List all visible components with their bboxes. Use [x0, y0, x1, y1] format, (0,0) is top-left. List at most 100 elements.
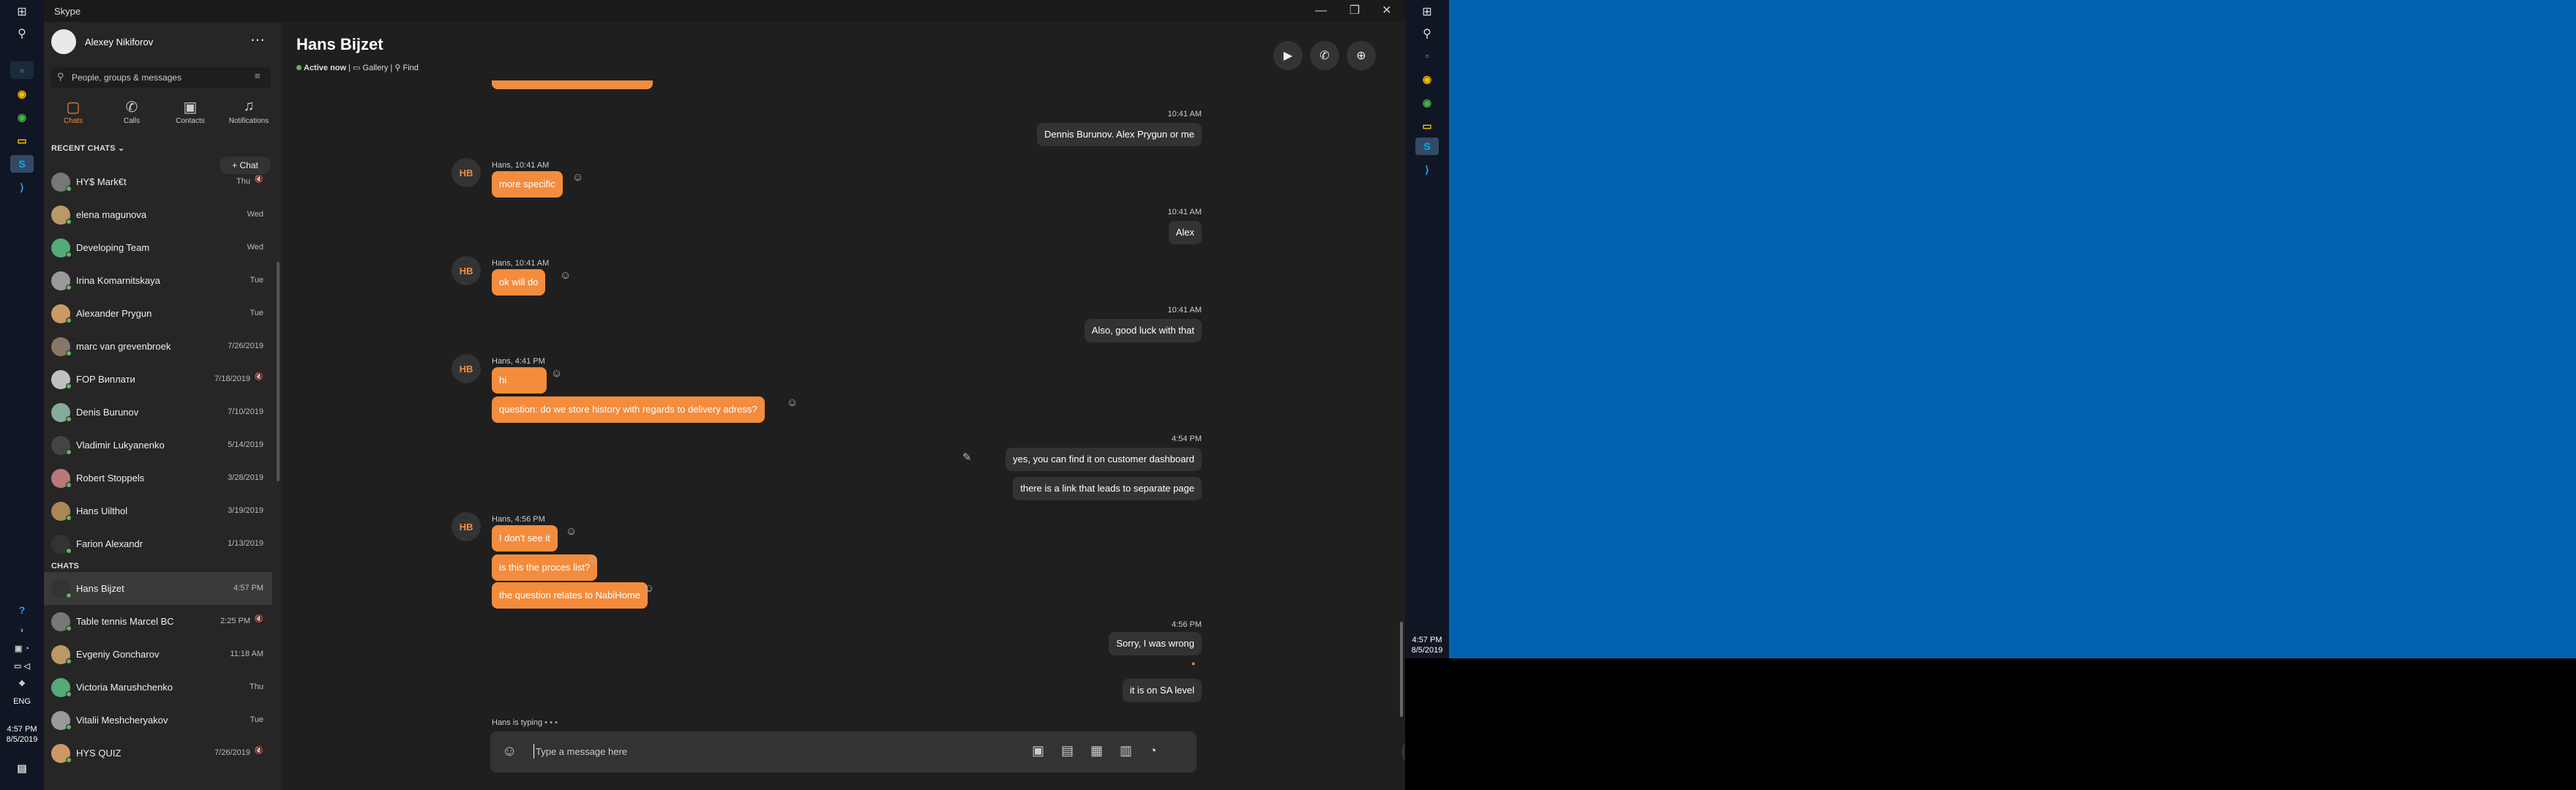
clock-date[interactable]: 8/5/2019	[1405, 645, 1449, 655]
chat-list-item[interactable]: Hans Bijzet 4:57 PM	[44, 572, 272, 605]
help-icon[interactable]: ?	[10, 601, 34, 619]
chat-list-item[interactable]: HY$ Mark€t Thu 🔇	[44, 165, 272, 198]
contact-avatar[interactable]: HB	[452, 158, 481, 187]
chat-list-item[interactable]: Denis Burunov 7/10/2019	[44, 396, 272, 429]
message-bubble-outgoing[interactable]: Alex	[1168, 221, 1202, 244]
add-reaction-icon[interactable]: ☺	[560, 269, 571, 282]
message-bubble-incoming[interactable]: ok will do	[492, 269, 546, 296]
app-icon-1[interactable]: ▫	[1415, 47, 1439, 64]
chrome-icon-2[interactable]: ◉	[1415, 94, 1439, 111]
tab-calls[interactable]: ✆ Calls	[102, 95, 161, 136]
clock-time[interactable]: 4:57 PM	[1405, 635, 1449, 645]
edit-pencil-icon[interactable]: ✎	[962, 451, 972, 464]
add-reaction-icon[interactable]: ☺	[551, 367, 562, 380]
add-people-button[interactable]: ⊕	[1347, 41, 1376, 70]
file-icon[interactable]: ▤	[1061, 743, 1074, 759]
folder-icon[interactable]: ▭	[10, 132, 34, 149]
profile-name[interactable]: Alexey Nikiforov	[85, 37, 153, 48]
message-bubble-outgoing[interactable]: there is a link that leads to separate p…	[1013, 477, 1202, 500]
audio-call-button[interactable]: ✆	[1310, 41, 1339, 70]
find-link[interactable]: Find	[402, 64, 418, 72]
contact-card-icon[interactable]: ▦	[1090, 743, 1103, 759]
contact-avatar[interactable]: HB	[452, 354, 481, 383]
clock-time[interactable]: 4:57 PM	[0, 724, 44, 734]
minimize-button[interactable]: —	[1304, 3, 1338, 19]
skype-taskbar-icon[interactable]: S	[10, 155, 34, 173]
emoji-icon[interactable]: ☺	[502, 743, 517, 760]
video-call-button[interactable]: ▶	[1273, 41, 1303, 70]
chat-list-item[interactable]: Alexander Prygun Tue	[44, 297, 272, 330]
messages-scrollbar[interactable]	[1400, 622, 1403, 717]
vscode-icon[interactable]: ⟩	[10, 178, 34, 196]
poll-icon[interactable]: ▥	[1120, 743, 1132, 759]
desktop-background[interactable]	[1449, 0, 2576, 658]
contact-avatar[interactable]: HB	[452, 512, 481, 541]
message-bubble-outgoing[interactable]: yes, you can find it on customer dashboa…	[1006, 448, 1202, 471]
search-icon[interactable]: ⚲	[7, 23, 37, 44]
chat-list-item[interactable]: Irina Komarnitskaya Tue	[44, 264, 272, 297]
filter-icon[interactable]: ≡	[255, 70, 261, 81]
skype-taskbar-icon[interactable]: S	[1415, 138, 1439, 155]
action-center-icon[interactable]: ▤	[10, 759, 34, 777]
chat-list-item[interactable]: Table tennis Marcel BC 2:25 PM 🔇	[44, 605, 272, 638]
add-reaction-icon[interactable]: ☺	[787, 396, 798, 409]
folder-icon[interactable]: ▭	[1415, 117, 1439, 135]
add-reaction-icon[interactable]: ☺	[643, 582, 654, 595]
add-reaction-icon[interactable]: ☺	[572, 171, 583, 184]
sticker-icon[interactable]: ◔	[1149, 743, 1157, 759]
chrome-icon[interactable]: ◉	[1415, 70, 1439, 88]
message-list[interactable]: 10:41 AM Dennis Burunov. Alex Prygun or …	[282, 80, 1405, 717]
dropbox-icon[interactable]: ❖	[10, 674, 34, 692]
chat-list-item[interactable]: HYS QUIZ 7/26/2019 🔇	[44, 737, 272, 770]
language-indicator[interactable]: ENG	[0, 696, 44, 707]
chat-list-item[interactable]: Vladimir Lukyanenko 5/14/2019	[44, 429, 272, 462]
image-icon[interactable]: ▣	[1032, 743, 1044, 759]
sidebar-scrollbar[interactable]	[277, 262, 280, 481]
chrome-icon[interactable]: ◉	[10, 85, 34, 102]
gallery-link[interactable]: Gallery	[363, 64, 389, 72]
close-button[interactable]: ✕	[1370, 3, 1404, 19]
message-bubble-incoming[interactable]: is this the proces list?	[492, 554, 598, 581]
windows-start-icon[interactable]: ⊞	[1412, 1, 1442, 22]
tab-contacts[interactable]: ▣ Contacts	[161, 95, 220, 136]
message-bubble-incoming[interactable]: question: do we store history with regar…	[492, 396, 765, 423]
chat-list-item[interactable]: Farion Alexandr 1/13/2019	[44, 527, 272, 560]
message-bubble-incoming[interactable]	[492, 80, 653, 89]
chat-list-item[interactable]: FOP Виплати 7/18/2019 🔇	[44, 363, 272, 396]
app-icon-1[interactable]: ▫	[10, 61, 34, 79]
message-bubble-incoming[interactable]: more specific	[492, 171, 563, 198]
chat-list-item[interactable]: Vitalii Meshcheryakov Tue	[44, 704, 272, 737]
add-reaction-icon[interactable]: ☺	[566, 525, 577, 538]
chrome-icon-2[interactable]: ◉	[10, 108, 34, 126]
message-bubble-incoming[interactable]: the question relates to NabiHome	[492, 582, 648, 609]
clock-date[interactable]: 8/5/2019	[0, 734, 44, 745]
message-bubble-outgoing[interactable]: Sorry, I was wrong	[1109, 632, 1202, 655]
tray-icons[interactable]: ▣ ◔	[10, 639, 34, 657]
message-bubble-incoming[interactable]: hi	[492, 367, 547, 394]
vscode-icon[interactable]: ⟩	[1415, 161, 1439, 178]
chat-list-item[interactable]: Victoria Marushchenko Thu	[44, 671, 272, 704]
search-icon[interactable]: ⚲	[1412, 23, 1442, 44]
message-input[interactable]: ☺ Type a message here ▣ ▤ ▦ ▥ ◔	[490, 731, 1197, 772]
tab-chats[interactable]: ▢ Chats	[44, 95, 102, 136]
profile-avatar[interactable]	[51, 29, 76, 54]
chevron-right-icon[interactable]: ›	[10, 622, 34, 639]
chat-list-item[interactable]: Evgeniy Goncharov 11:18 AM	[44, 638, 272, 671]
more-options-icon[interactable]: ⋯	[250, 31, 265, 49]
message-bubble-outgoing[interactable]: Dennis Burunov. Alex Prygun or me	[1037, 123, 1202, 146]
windows-start-icon[interactable]: ⊞	[7, 1, 37, 22]
contact-avatar[interactable]: HB	[452, 256, 481, 285]
contact-name[interactable]: Hans Bijzet	[296, 35, 383, 54]
volume-icon[interactable]: ▭ ◁	[10, 657, 34, 674]
message-bubble-incoming[interactable]: I don't see it	[492, 525, 558, 552]
chat-list-item[interactable]: Hans Uilthol 3/19/2019	[44, 494, 272, 527]
chat-list-item[interactable]: Developing Team Wed	[44, 231, 272, 264]
chat-list-item[interactable]: Robert Stoppels 3/28/2019	[44, 462, 272, 494]
chat-list-item[interactable]: marc van grevenbroek 7/26/2019	[44, 330, 272, 363]
chat-list-item[interactable]: elena magunova Wed	[44, 198, 272, 231]
tab-notifications[interactable]: ♫ Notifications	[220, 95, 278, 136]
restore-button[interactable]: ❐	[1338, 3, 1371, 19]
recent-chats-heading[interactable]: RECENT CHATS ⌄	[51, 143, 124, 153]
search-input[interactable]: ⚲ People, groups & messages	[51, 67, 271, 88]
message-bubble-outgoing[interactable]: Also, good luck with that	[1084, 319, 1202, 342]
